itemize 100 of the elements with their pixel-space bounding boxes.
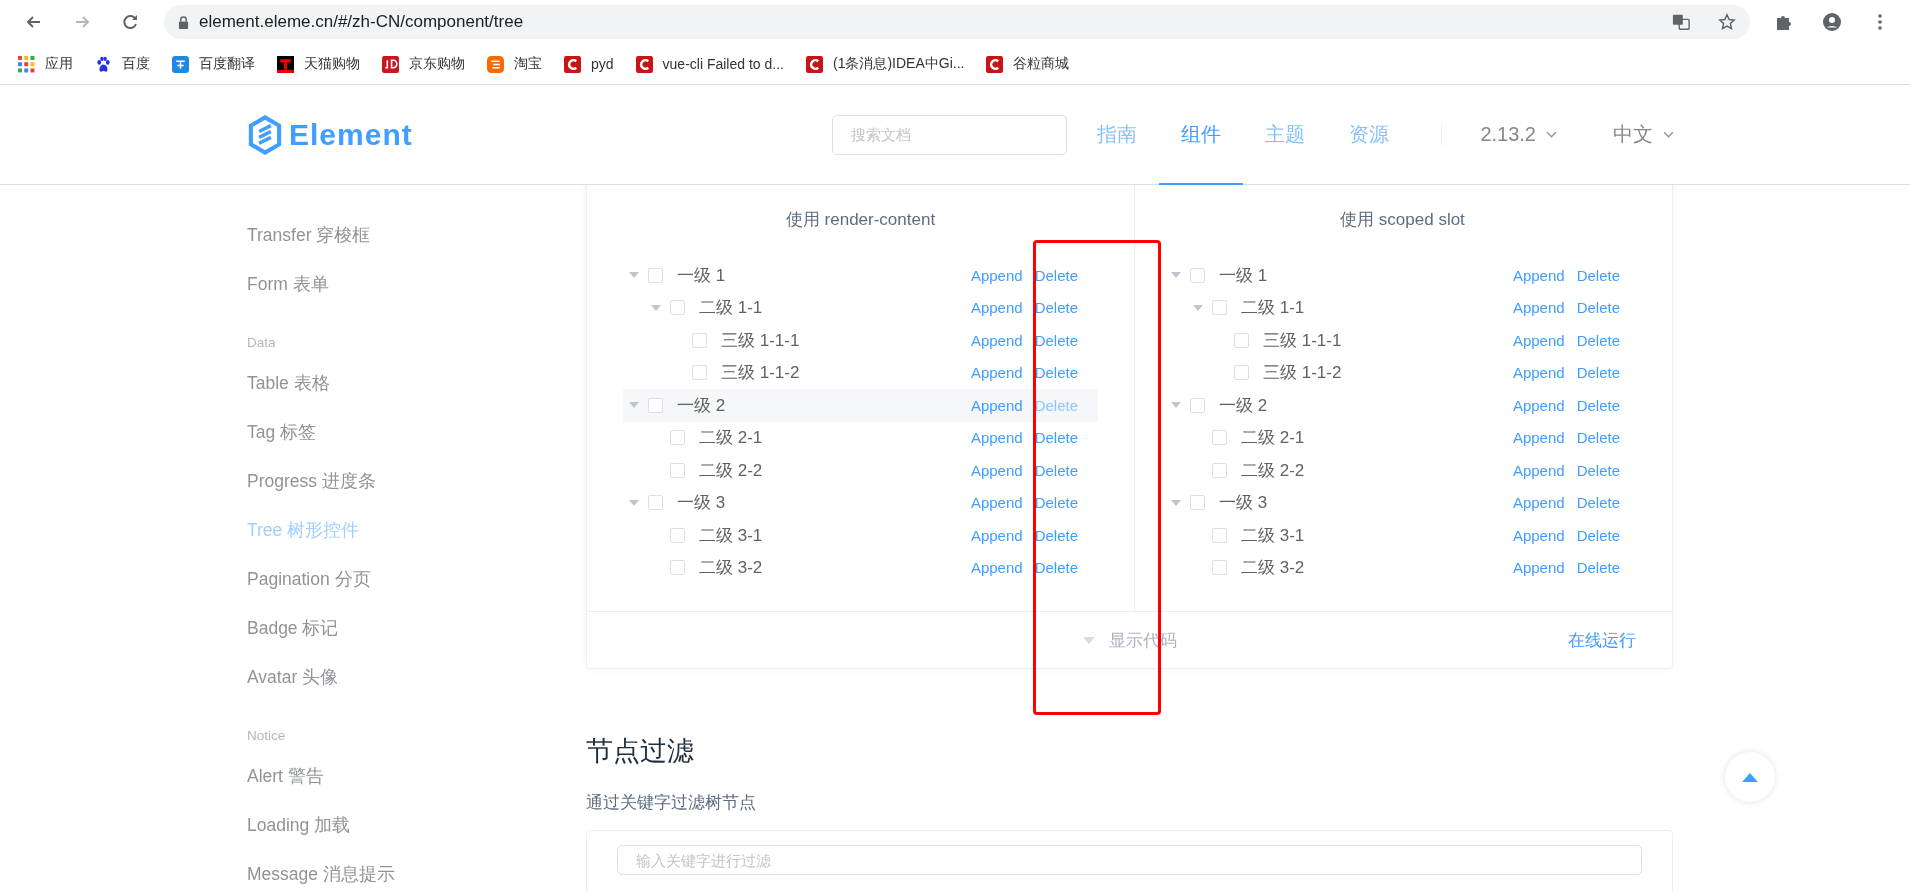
- caret-icon[interactable]: [1171, 402, 1181, 409]
- action-link[interactable]: Delete: [1576, 494, 1620, 512]
- action-link[interactable]: Append: [970, 396, 1023, 414]
- action-link[interactable]: Delete: [1576, 526, 1620, 544]
- bookmark[interactable]: 百度翻译: [172, 55, 255, 73]
- action-link[interactable]: Delete: [1034, 266, 1078, 284]
- action-link[interactable]: Append: [1512, 396, 1565, 414]
- tree-row[interactable]: 三级 1-1-2 Append Delete: [1165, 356, 1640, 389]
- sidebar-item[interactable]: Message 消息提示: [247, 862, 395, 885]
- bookmark[interactable]: 百度: [95, 55, 150, 73]
- action-link[interactable]: Append: [1512, 559, 1565, 577]
- action-link[interactable]: Delete: [1576, 429, 1620, 447]
- checkbox[interactable]: [670, 527, 685, 543]
- action-link[interactable]: Delete: [1034, 364, 1078, 382]
- bookmark[interactable]: vue-cli Failed to d...: [635, 55, 784, 73]
- checkbox[interactable]: [692, 365, 707, 381]
- run-online-link[interactable]: 在线运行: [1562, 627, 1642, 653]
- bookmark[interactable]: 淘宝: [487, 55, 542, 73]
- checkbox[interactable]: [670, 430, 685, 446]
- tree-row[interactable]: 三级 1-1-1 Append Delete: [623, 324, 1098, 357]
- checkbox[interactable]: [670, 560, 685, 576]
- action-link[interactable]: Append: [1512, 461, 1565, 479]
- sidebar-item[interactable]: Loading 加载: [247, 813, 351, 836]
- tree-row[interactable]: 二级 2-2 Append Delete: [1165, 454, 1640, 487]
- action-link[interactable]: Delete: [1034, 331, 1078, 349]
- sidebar-item[interactable]: Form 表单: [247, 272, 329, 295]
- bookmark[interactable]: 京东购物: [382, 55, 465, 73]
- action-link[interactable]: Append: [1512, 526, 1565, 544]
- action-link[interactable]: Append: [970, 364, 1023, 382]
- checkbox[interactable]: [648, 495, 663, 511]
- action-link[interactable]: Append: [970, 331, 1023, 349]
- caret-icon[interactable]: [1193, 304, 1203, 311]
- caret-icon[interactable]: [651, 304, 661, 311]
- checkbox[interactable]: [648, 267, 663, 283]
- tree-row[interactable]: 二级 1-1 Append Delete: [623, 291, 1098, 324]
- tree-row[interactable]: 一级 2 Append Delete: [1165, 389, 1640, 422]
- tree-row[interactable]: 三级 1-1-2 Append Delete: [623, 356, 1098, 389]
- action-link[interactable]: Append: [970, 299, 1023, 317]
- action-link[interactable]: Delete: [1576, 266, 1620, 284]
- checkbox[interactable]: [670, 300, 685, 316]
- tree-row[interactable]: 一级 3 Append Delete: [623, 486, 1098, 519]
- action-link[interactable]: Delete: [1576, 364, 1620, 382]
- caret-icon[interactable]: [1171, 499, 1181, 506]
- action-link[interactable]: Append: [970, 429, 1023, 447]
- tree-row[interactable]: 二级 3-1 Append Delete: [1165, 519, 1640, 552]
- action-link[interactable]: Append: [1512, 331, 1565, 349]
- tree-row[interactable]: 二级 2-1 Append Delete: [623, 421, 1098, 454]
- action-link[interactable]: Delete: [1034, 494, 1078, 512]
- address-bar[interactable]: element.eleme.cn/#/zh-CN/component/tree: [164, 5, 1750, 39]
- nav-link[interactable]: 指南: [1075, 84, 1160, 185]
- sidebar-item[interactable]: Progress 进度条: [247, 469, 376, 492]
- checkbox[interactable]: [1212, 300, 1227, 316]
- action-link[interactable]: Delete: [1576, 559, 1620, 577]
- nav-link[interactable]: 资源: [1327, 84, 1412, 185]
- checkbox[interactable]: [1190, 495, 1205, 511]
- sidebar-item[interactable]: Pagination 分页: [247, 567, 371, 590]
- nav-link[interactable]: 组件: [1159, 84, 1244, 185]
- logo[interactable]: Element: [247, 114, 413, 155]
- action-link[interactable]: Delete: [1034, 559, 1078, 577]
- checkbox[interactable]: [648, 397, 663, 413]
- tree-row[interactable]: 二级 1-1 Append Delete: [1165, 291, 1640, 324]
- action-link[interactable]: Delete: [1576, 461, 1620, 479]
- tree-row[interactable]: 二级 2-1 Append Delete: [1165, 421, 1640, 454]
- checkbox[interactable]: [1212, 527, 1227, 543]
- bookmark[interactable]: 天猫购物: [277, 55, 360, 73]
- action-link[interactable]: Append: [1512, 364, 1565, 382]
- account-icon[interactable]: [1822, 12, 1842, 32]
- star-icon[interactable]: [1718, 13, 1736, 31]
- sidebar-item[interactable]: Tag 标签: [247, 420, 317, 443]
- nav-link[interactable]: 主题: [1243, 84, 1328, 185]
- tree-row[interactable]: 二级 2-2 Append Delete: [623, 454, 1098, 487]
- tree-row[interactable]: 二级 3-2 Append Delete: [1165, 551, 1640, 584]
- language-dropdown[interactable]: 中文: [1613, 121, 1674, 148]
- tree-row[interactable]: 一级 2 Append Delete: [623, 389, 1098, 422]
- search-field[interactable]: 搜索文档: [832, 114, 1068, 155]
- version-dropdown[interactable]: 2.13.2: [1480, 123, 1557, 146]
- sidebar-item[interactable]: Table 表格: [247, 371, 330, 394]
- tree-row[interactable]: 一级 1 Append Delete: [623, 259, 1098, 292]
- checkbox[interactable]: [670, 462, 685, 478]
- tree-row[interactable]: 一级 1 Append Delete: [1165, 259, 1640, 292]
- filter-field[interactable]: 输入关键字进行过滤: [617, 845, 1642, 875]
- checkbox[interactable]: [692, 332, 707, 348]
- action-link[interactable]: Delete: [1034, 429, 1078, 447]
- caret-icon[interactable]: [629, 402, 639, 409]
- action-link[interactable]: Append: [970, 266, 1023, 284]
- checkbox[interactable]: [1234, 365, 1249, 381]
- action-link[interactable]: Append: [1512, 266, 1565, 284]
- sidebar-item[interactable]: Alert 警告: [247, 764, 324, 787]
- sidebar-item[interactable]: Badge 标记: [247, 616, 339, 639]
- action-link[interactable]: Append: [1512, 299, 1565, 317]
- checkbox[interactable]: [1212, 560, 1227, 576]
- sidebar-item[interactable]: Transfer 穿梭框: [247, 223, 371, 246]
- action-link[interactable]: Append: [970, 559, 1023, 577]
- action-link[interactable]: Delete: [1034, 461, 1078, 479]
- checkbox[interactable]: [1234, 332, 1249, 348]
- action-link[interactable]: Append: [1512, 429, 1565, 447]
- checkbox[interactable]: [1212, 462, 1227, 478]
- bookmark[interactable]: 应用: [18, 55, 73, 73]
- caret-icon[interactable]: [1171, 272, 1181, 279]
- sidebar-item[interactable]: Avatar 头像: [247, 665, 339, 688]
